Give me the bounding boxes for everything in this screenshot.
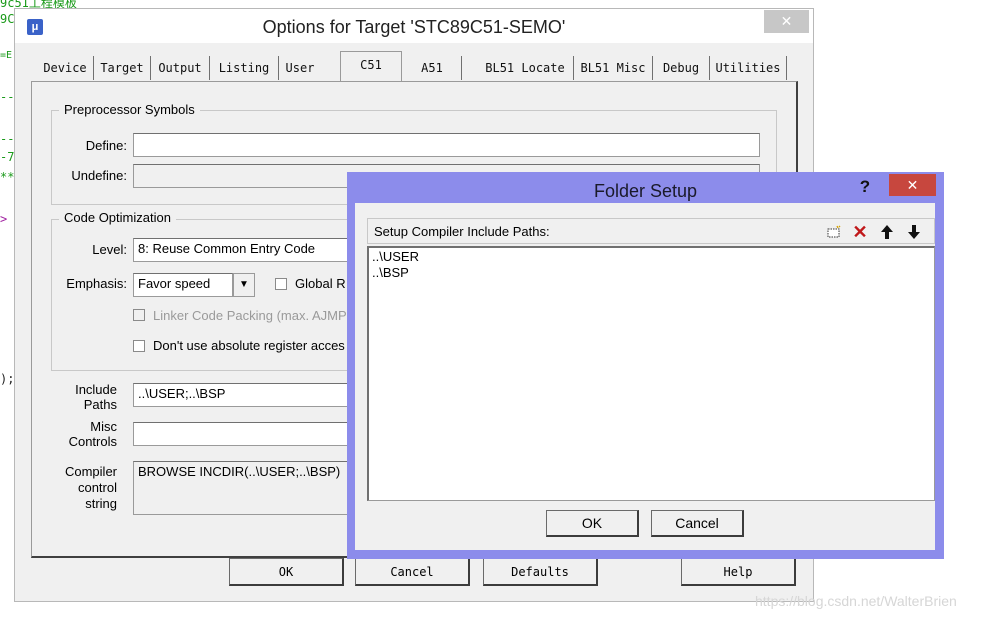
watermark: https://blog.csdn.net/WalterBrien (755, 593, 957, 609)
include-paths-input[interactable]: ..\USER;..\BSP (133, 383, 363, 407)
tab-listing[interactable]: Listing (210, 56, 279, 80)
include-paths-label-line: Include (75, 382, 117, 397)
folder-cancel-button[interactable]: Cancel (651, 510, 744, 537)
emphasis-dropdown-icon[interactable]: ▼ (233, 273, 255, 297)
emphasis-label: Emphasis: (66, 276, 127, 291)
linker-packing-checkbox (133, 309, 145, 321)
bg-code-line: ); (0, 372, 15, 386)
folder-setup-close-button[interactable]: ✕ (889, 174, 936, 196)
tab-c51[interactable]: C51 (340, 51, 402, 82)
list-item[interactable]: ..\BSP (372, 265, 409, 280)
compiler-string-label-line: control (77, 480, 117, 495)
move-up-icon[interactable] (876, 222, 898, 242)
linker-packing-label: Linker Code Packing (max. AJMP (153, 308, 347, 323)
compiler-string-label-line: Compiler (64, 464, 117, 479)
bg-code-line: -- (0, 90, 15, 104)
bg-code-line: 9C (0, 12, 15, 26)
compiler-string-label: Compiler control string (55, 464, 117, 512)
define-label: Define: (85, 138, 127, 153)
help-question-icon[interactable]: ? (854, 176, 876, 198)
bg-code-line: ** (0, 170, 15, 184)
define-input[interactable] (133, 133, 760, 157)
include-paths-list[interactable]: ..\USER ..\BSP (367, 246, 935, 501)
tab-a51[interactable]: A51 (403, 56, 462, 80)
tab-output[interactable]: Output (151, 56, 210, 80)
include-paths-list-header: Setup Compiler Include Paths: ✕ (367, 218, 935, 244)
new-folder-icon[interactable] (823, 222, 845, 242)
help-button[interactable]: Help (681, 558, 796, 586)
preprocessor-group-label: Preprocessor Symbols (59, 102, 200, 117)
keil-app-icon: μ (27, 19, 43, 35)
folder-ok-button[interactable]: OK (546, 510, 639, 537)
tab-device[interactable]: Device (37, 56, 94, 80)
list-header-label: Setup Compiler Include Paths: (374, 224, 550, 239)
tab-bl51-misc[interactable]: BL51 Misc (574, 56, 653, 80)
misc-controls-label-line: Controls (68, 434, 117, 449)
bg-code-line: -- (0, 132, 15, 146)
misc-controls-label-line: Misc (90, 419, 117, 434)
options-close-button[interactable]: ✕ (764, 10, 809, 33)
folder-setup-body: Setup Compiler Include Paths: ✕ ..\USER … (355, 203, 935, 550)
misc-controls-input[interactable] (133, 422, 363, 446)
tab-target[interactable]: Target (94, 56, 151, 80)
bg-code-line: > (0, 212, 8, 226)
options-dialog-title: Options for Target 'STC89C51-SEMO' (262, 17, 566, 37)
absolute-register-checkbox[interactable] (133, 340, 145, 352)
undefine-label: Undefine: (71, 168, 127, 183)
tab-bl51-locate[interactable]: BL51 Locate (477, 56, 574, 80)
emphasis-select[interactable]: Favor speed (133, 273, 233, 297)
move-down-icon[interactable] (903, 222, 925, 242)
tab-debug[interactable]: Debug (653, 56, 710, 80)
tab-utilities[interactable]: Utilities (710, 56, 787, 80)
cancel-button[interactable]: Cancel (355, 558, 470, 586)
delete-icon[interactable]: ✕ (849, 222, 871, 242)
compiler-string-field: BROWSE INCDIR(..\USER;..\BSP) (133, 461, 363, 515)
defaults-button[interactable]: Defaults (483, 558, 598, 586)
list-item[interactable]: ..\USER (372, 249, 419, 264)
global-register-checkbox[interactable] (275, 278, 287, 290)
include-paths-label-line: Paths (83, 397, 117, 412)
code-optimization-group-label: Code Optimization (59, 210, 176, 225)
compiler-string-label-line: string (85, 496, 117, 511)
global-register-label: Global R (295, 276, 346, 291)
level-select[interactable]: 8: Reuse Common Entry Code (133, 238, 363, 262)
ok-button[interactable]: OK (229, 558, 344, 586)
tab-user[interactable]: User (279, 56, 321, 80)
level-label: Level: (92, 242, 127, 257)
bg-code-line: =E (0, 50, 13, 61)
folder-setup-dialog: Folder Setup ? ✕ Setup Compiler Include … (347, 172, 944, 559)
bg-code-line: -7 (0, 150, 15, 164)
include-paths-label: Include Paths (55, 382, 117, 412)
absolute-register-label: Don't use absolute register acces (153, 338, 345, 353)
misc-controls-label: Misc Controls (55, 419, 117, 449)
